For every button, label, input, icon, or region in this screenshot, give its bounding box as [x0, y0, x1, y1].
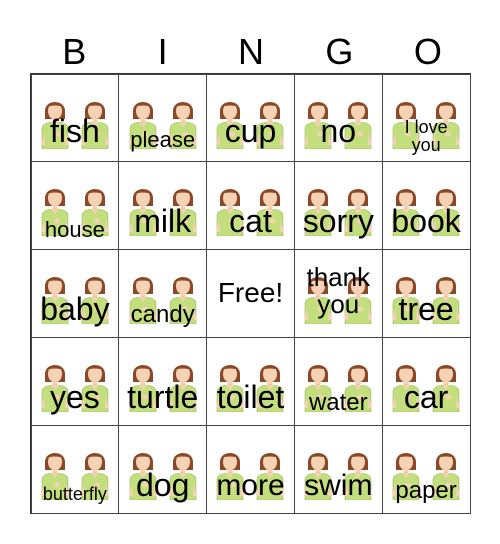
- cell-word: yes: [50, 378, 100, 415]
- bingo-cell[interactable]: paper: [381, 424, 471, 514]
- free-label: Free!: [217, 277, 284, 309]
- bingo-cell[interactable]: butterfly: [30, 424, 120, 514]
- cell-word: baby: [40, 290, 110, 327]
- header-letter: N: [238, 31, 265, 72]
- cell-word: swim: [304, 468, 373, 502]
- bingo-cell[interactable]: please: [118, 73, 208, 163]
- bingo-cell[interactable]: tree: [381, 249, 471, 338]
- cell-word: no: [320, 113, 357, 150]
- bingo-cell[interactable]: fish: [30, 73, 120, 163]
- bingo-cell[interactable]: cup: [206, 73, 295, 163]
- cell-word: car: [403, 378, 449, 415]
- cell-word: please: [130, 127, 196, 153]
- bingo-cell[interactable]: I love you: [381, 73, 471, 163]
- bingo-cell[interactable]: thank you: [293, 249, 383, 338]
- bingo-cell[interactable]: water: [293, 336, 383, 426]
- cell-word: candy: [130, 300, 195, 328]
- header-letter: G: [325, 31, 354, 72]
- cell-word: butterfly: [42, 483, 107, 504]
- header-letter: B: [62, 31, 87, 72]
- cell-word: thank you: [306, 262, 371, 320]
- bingo-cell[interactable]: yes: [30, 336, 120, 426]
- cell-word: fish: [50, 113, 100, 150]
- bingo-grid: fish please cup no I love you house milk…: [30, 73, 471, 514]
- header-letter: I: [157, 31, 168, 72]
- bingo-header: B I N G O: [30, 28, 472, 76]
- bingo-cell[interactable]: milk: [118, 161, 208, 251]
- bingo-cell[interactable]: house: [30, 161, 120, 251]
- bingo-cell[interactable]: book: [381, 161, 471, 251]
- cell-word: dog: [136, 466, 190, 503]
- bingo-cell[interactable]: more: [206, 424, 295, 514]
- cell-word: paper: [395, 476, 457, 504]
- bingo-cell[interactable]: turtle: [118, 336, 208, 426]
- bingo-cell[interactable]: toilet: [206, 336, 295, 426]
- bingo-cell[interactable]: cat: [206, 161, 295, 251]
- cell-word: more: [216, 468, 285, 502]
- bingo-cell[interactable]: baby: [30, 249, 120, 338]
- cell-word: house: [44, 217, 105, 243]
- bingo-cell[interactable]: sorry: [293, 161, 383, 251]
- cell-word: I love you: [404, 116, 448, 156]
- bingo-cell[interactable]: dog: [118, 424, 208, 514]
- bingo-cell[interactable]: candy: [118, 249, 208, 338]
- cell-word: turtle: [127, 378, 199, 415]
- bingo-cell[interactable]: car: [381, 336, 471, 426]
- header-letter: O: [413, 31, 442, 72]
- cell-word: cat: [229, 203, 272, 240]
- free-space[interactable]: Free!: [206, 249, 295, 338]
- cell-word: toilet: [216, 378, 285, 415]
- cell-word: cup: [224, 113, 277, 150]
- cell-word: milk: [134, 203, 192, 240]
- bingo-cell[interactable]: no: [293, 73, 383, 163]
- bingo-cell[interactable]: swim: [293, 424, 383, 514]
- cell-word: sorry: [302, 203, 374, 240]
- cell-word: water: [308, 388, 368, 416]
- cell-word: book: [391, 203, 461, 240]
- cell-word: tree: [398, 290, 454, 327]
